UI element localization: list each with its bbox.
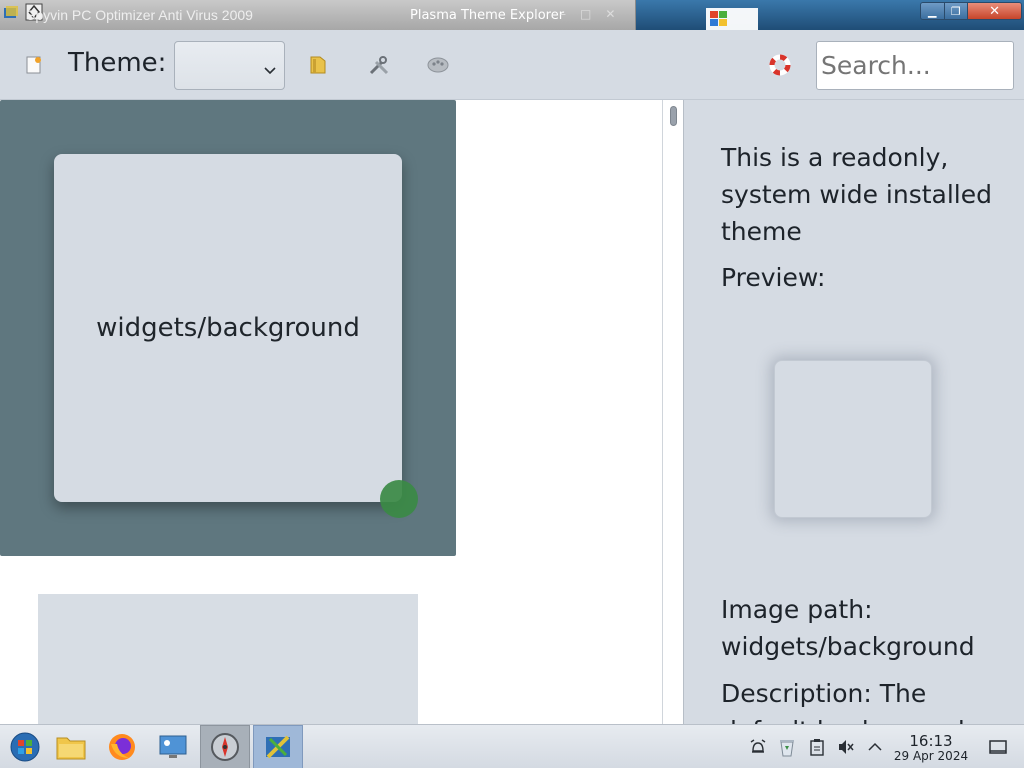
folder-icon[interactable]: [307, 54, 329, 76]
file-explorer-icon[interactable]: [46, 725, 96, 768]
list-item-selected[interactable]: widgets/background: [0, 100, 456, 556]
palette-icon[interactable]: [427, 54, 449, 76]
selection-indicator-dot: [380, 480, 418, 518]
list-item-label: widgets/background: [96, 313, 360, 343]
start-orb-icon[interactable]: [0, 725, 50, 768]
new-document-icon[interactable]: [23, 54, 45, 76]
search-input[interactable]: [816, 41, 1014, 90]
firefox-icon[interactable]: [97, 725, 147, 768]
chevron-down-icon: [264, 60, 276, 79]
element-preview: [774, 360, 932, 518]
alarm-icon[interactable]: [748, 737, 768, 757]
muted-speaker-icon[interactable]: [836, 737, 856, 757]
clock-date[interactable]: 29 Apr 2024: [888, 749, 974, 763]
image-path-value: widgets/background: [721, 632, 975, 661]
minimize-button[interactable]: ▁: [921, 3, 945, 19]
lifebuoy-icon[interactable]: [769, 54, 791, 76]
remote-desktop-icon[interactable]: [148, 725, 198, 768]
tools-icon[interactable]: [368, 54, 390, 76]
show-desktop-icon[interactable]: [988, 737, 1008, 757]
scrollbar-thumb[interactable]: [670, 106, 677, 126]
app-icon: [3, 5, 19, 21]
clipboard-icon[interactable]: [807, 737, 827, 757]
recycle-bin-icon[interactable]: [777, 737, 797, 757]
chevron-up-icon[interactable]: [865, 737, 885, 757]
inactive-window-buttons: –□✕: [560, 7, 630, 21]
theme-element-list[interactable]: widgets/background: [0, 100, 684, 724]
window-controls: ▁ ❐ ✕: [920, 2, 1022, 20]
title-bar: Spyvin PC Optimizer Anti Virus 2009 Plas…: [0, 0, 1024, 30]
close-button[interactable]: ✕: [968, 3, 1021, 19]
element-preview-card: widgets/background: [54, 154, 402, 502]
window-title-area[interactable]: Spyvin PC Optimizer Anti Virus 2009 Plas…: [0, 0, 636, 30]
theme-label: Theme:: [68, 48, 167, 78]
taskbar: 16:13 29 Apr 2024: [0, 724, 1024, 768]
image-path-label: Image path:: [721, 595, 873, 624]
window-title: Plasma Theme Explorer: [410, 8, 565, 23]
readonly-notice: This is a readonly, system wide installe…: [721, 143, 992, 246]
toolbar: Theme:: [0, 30, 1024, 100]
details-panel: This is a readonly, system wide installe…: [684, 100, 1024, 724]
safari-icon[interactable]: [200, 725, 250, 768]
theme-explorer-icon[interactable]: [253, 725, 303, 768]
description-text: default background: [721, 712, 965, 724]
description-label: Description: The: [721, 679, 927, 708]
theme-select[interactable]: [174, 41, 285, 90]
maximize-button[interactable]: ❐: [944, 3, 969, 19]
vertical-scrollbar[interactable]: [662, 100, 684, 724]
clock-time[interactable]: 16:13: [896, 732, 966, 750]
preview-label: Preview:: [721, 263, 826, 292]
background-window-title: Spyvin PC Optimizer Anti Virus 2009: [26, 7, 253, 23]
list-item[interactable]: [38, 594, 418, 724]
